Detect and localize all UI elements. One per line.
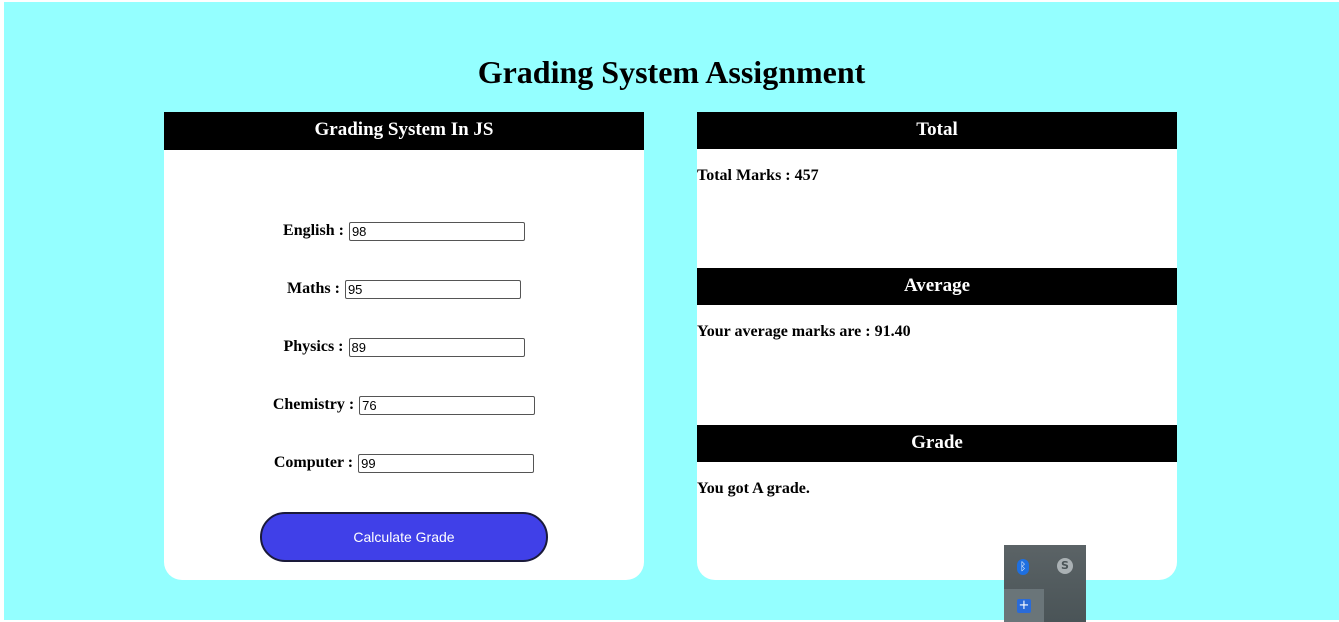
average-marks-text: Your average marks are : 91.40 [697, 323, 911, 340]
average-header: Average [697, 268, 1177, 305]
total-section: Total Total Marks : 457 [697, 112, 1177, 185]
page-title: Grading System Assignment [477, 54, 866, 90]
chemistry-field: Chemistry : [164, 396, 644, 415]
grade-section: Grade You got A grade. [697, 425, 1177, 498]
physics-input[interactable] [348, 338, 525, 357]
system-tray-popup: ᛒ S + [1004, 545, 1086, 622]
results-card: Total Total Marks : 457 Average Your ave… [697, 112, 1177, 580]
calculate-grade-button[interactable]: Calculate Grade [260, 512, 548, 562]
total-marks-text: Total Marks : 457 [697, 167, 819, 184]
computer-input[interactable] [358, 454, 535, 473]
physics-field: Physics : [164, 338, 644, 357]
maths-label: Maths : [287, 280, 340, 298]
english-input[interactable] [348, 222, 525, 241]
english-label: English : [283, 222, 344, 240]
computer-field: Computer : [164, 454, 644, 473]
chemistry-input[interactable] [359, 396, 536, 415]
maths-field: Maths : [164, 280, 644, 299]
page-background: Grading System Assignment Grading System… [4, 2, 1339, 620]
total-header: Total [697, 112, 1177, 149]
grade-header: Grade [697, 425, 1177, 462]
chemistry-label: Chemistry : [272, 396, 355, 414]
grading-form-card: Grading System In JS English : Maths : P… [164, 112, 644, 580]
physics-label: Physics : [283, 338, 344, 356]
bluetooth-icon[interactable]: ᛒ [1017, 559, 1029, 575]
computer-label: Computer : [273, 454, 354, 472]
skype-icon[interactable]: S [1057, 558, 1073, 574]
average-section: Average Your average marks are : 91.40 [697, 268, 1177, 341]
maths-input[interactable] [344, 280, 521, 299]
add-icon[interactable]: + [1017, 599, 1031, 613]
grade-text: You got A grade. [697, 480, 810, 497]
form-header: Grading System In JS [164, 112, 644, 150]
english-field: English : [164, 222, 644, 241]
